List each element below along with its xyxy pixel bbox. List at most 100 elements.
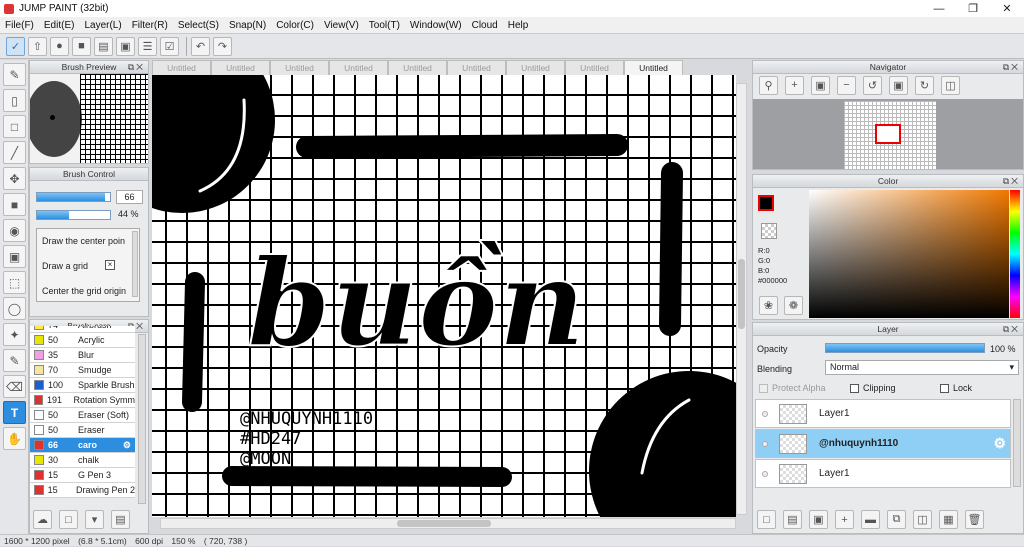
cloud-brush-icon[interactable]: ☁ xyxy=(33,510,52,529)
visibility-icon[interactable] xyxy=(762,440,768,447)
brush-size-value[interactable]: 66 xyxy=(116,190,143,204)
brush-item[interactable]: 30 chalk xyxy=(30,453,135,468)
maximize-button[interactable]: ❐ xyxy=(956,0,990,17)
select-eraser-tool-icon[interactable]: ⌫ xyxy=(3,375,26,398)
brush-item[interactable]: 50 Eraser (Soft) xyxy=(30,408,135,423)
bucket-tool-icon[interactable]: ◉ xyxy=(3,219,26,242)
select-rect-tool-icon[interactable]: ⬚ xyxy=(3,271,26,294)
brush-menu-icon[interactable]: ▾ xyxy=(85,510,104,529)
reset-view-icon[interactable]: ▣ xyxy=(889,75,908,95)
menu-select[interactable]: Select(S) xyxy=(173,20,224,31)
duplicate-layer-icon[interactable]: ⧉ xyxy=(887,510,906,529)
zoom-icon[interactable]: ⚲ xyxy=(759,75,778,95)
list-icon[interactable]: ☰ xyxy=(138,36,157,56)
transparent-swatch[interactable] xyxy=(761,223,777,239)
clipping-option[interactable]: Clipping xyxy=(850,383,896,393)
cloud-sync-icon[interactable]: ✓ xyxy=(6,36,25,56)
brush-item[interactable]: 50 Eraser xyxy=(30,423,135,438)
brush-opacity-slider[interactable] xyxy=(36,210,111,220)
gear-icon[interactable]: ⚙ xyxy=(123,440,131,451)
delete-layer-icon[interactable]: 🗑 xyxy=(965,510,984,529)
menu-layer[interactable]: Layer(L) xyxy=(79,20,126,31)
option-center-grid[interactable]: Center the grid origin xyxy=(42,286,126,296)
brush-tool-icon[interactable]: ✎ xyxy=(3,63,26,86)
visibility-icon[interactable] xyxy=(762,410,768,417)
gradient-tool-icon[interactable]: ▣ xyxy=(3,245,26,268)
tab-untitled-5[interactable]: Untitled xyxy=(388,60,447,75)
blending-select[interactable]: Normal ▾ xyxy=(825,360,1019,375)
tab-untitled-8[interactable]: Untitled xyxy=(565,60,624,75)
tab-untitled-4[interactable]: Untitled xyxy=(329,60,388,75)
eraser-tool-icon[interactable]: ▯ xyxy=(3,89,26,112)
grid-checkbox[interactable]: × xyxy=(105,260,115,270)
add-layer-menu-icon[interactable]: + xyxy=(835,510,854,529)
hue-slider[interactable] xyxy=(1010,190,1020,318)
comment-icon[interactable]: ● xyxy=(50,36,69,56)
brush-item[interactable]: 15 G Pen 3 xyxy=(30,468,135,483)
foreground-color-swatch[interactable] xyxy=(758,195,774,211)
tab-untitled-7[interactable]: Untitled xyxy=(506,60,565,75)
navigator-view[interactable] xyxy=(753,99,1023,169)
panel-controls[interactable]: ⧉✕ xyxy=(1003,175,1020,187)
layer-row[interactable]: Layer1 xyxy=(755,459,1011,488)
lock-option[interactable]: Lock xyxy=(940,383,972,393)
close-button[interactable]: ✕ xyxy=(990,0,1024,17)
menu-help[interactable]: Help xyxy=(503,20,534,31)
menu-file[interactable]: File(F) xyxy=(0,20,39,31)
tab-untitled-1[interactable]: Untitled xyxy=(152,60,211,75)
undo-icon[interactable]: ↶ xyxy=(191,36,210,56)
panel-controls[interactable]: ⧉✕ xyxy=(128,61,145,73)
panel-controls[interactable]: ⧉✕ xyxy=(1003,323,1020,335)
tab-untitled-6[interactable]: Untitled xyxy=(447,60,506,75)
layer-opacity-slider[interactable] xyxy=(825,343,985,353)
menu-tool[interactable]: Tool(T) xyxy=(364,20,405,31)
tab-untitled-active[interactable]: Untitled xyxy=(624,60,683,75)
brush-item[interactable]: 50 Acrylic xyxy=(30,333,135,348)
checklist-icon[interactable]: ☑ xyxy=(160,36,179,56)
lock-checkbox[interactable] xyxy=(940,383,949,393)
new-layer-icon[interactable]: □ xyxy=(757,510,776,529)
line-tool-icon[interactable]: ╱ xyxy=(3,141,26,164)
brush-size-slider[interactable] xyxy=(36,192,111,202)
rotate-right-icon[interactable]: ↻ xyxy=(915,75,934,95)
brush-item[interactable]: 70 Smudge xyxy=(30,363,135,378)
color-set-icon[interactable]: ❁ xyxy=(784,296,803,315)
rectangle-tool-icon[interactable]: □ xyxy=(3,115,26,138)
horizontal-scrollbar[interactable] xyxy=(160,518,736,529)
options-scrollbar[interactable] xyxy=(132,231,138,297)
menu-color[interactable]: Color(C) xyxy=(271,20,319,31)
palette-icon[interactable]: ❀ xyxy=(759,296,778,315)
tab-untitled-3[interactable]: Untitled xyxy=(270,60,329,75)
fit-icon[interactable]: ▣ xyxy=(811,75,830,95)
visibility-icon[interactable] xyxy=(762,470,768,477)
menu-window[interactable]: Window(W) xyxy=(405,20,467,31)
menu-cloud[interactable]: Cloud xyxy=(467,20,503,31)
horizontal-scroll-thumb[interactable] xyxy=(397,520,491,527)
gear-icon[interactable]: ⚙ xyxy=(993,435,1006,452)
clipping-checkbox[interactable] xyxy=(850,383,859,393)
new-layer-folder-icon[interactable]: ▤ xyxy=(783,510,802,529)
protect-alpha-option[interactable]: Protect Alpha xyxy=(759,383,826,393)
option-draw-center[interactable]: Draw the center poin xyxy=(42,236,125,246)
zoom-out-icon[interactable]: − xyxy=(837,75,856,95)
merge-layer-icon[interactable]: ◫ xyxy=(913,510,932,529)
menu-snap[interactable]: Snap(N) xyxy=(224,20,271,31)
menu-edit[interactable]: Edit(E) xyxy=(39,20,80,31)
brush-list-scrollbar[interactable] xyxy=(138,334,146,504)
tab-untitled-2[interactable]: Untitled xyxy=(211,60,270,75)
brush-settings-icon[interactable]: ▤ xyxy=(111,510,130,529)
new-brush-icon[interactable]: □ xyxy=(59,510,78,529)
brush-item[interactable]: 66 caro ⚙ xyxy=(30,438,135,453)
document-icon[interactable]: ▤ xyxy=(94,36,113,56)
message-icon[interactable]: ■ xyxy=(72,36,91,56)
navigator-viewport[interactable] xyxy=(875,124,901,144)
fill-rect-tool-icon[interactable]: ■ xyxy=(3,193,26,216)
menu-filter[interactable]: Filter(R) xyxy=(127,20,173,31)
menu-view[interactable]: View(V) xyxy=(319,20,364,31)
color-saturation-field[interactable] xyxy=(809,190,1009,318)
option-draw-grid[interactable]: Draw a grid xyxy=(42,261,88,271)
vertical-scroll-thumb[interactable] xyxy=(738,259,745,329)
layer-list-scrollbar[interactable] xyxy=(1013,399,1021,487)
zoom-in-icon[interactable]: + xyxy=(785,75,804,95)
layer-row[interactable]: Layer1 xyxy=(755,399,1011,428)
